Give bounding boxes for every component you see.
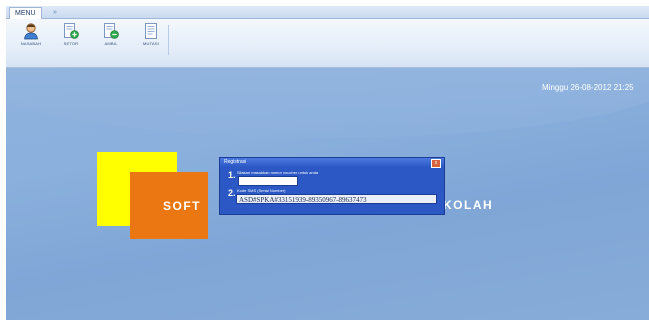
background-swoosh xyxy=(6,68,649,138)
tab-menu[interactable]: MENU xyxy=(9,7,42,19)
application-window: MENU » NASABAH SETOR AMBIL MUTASI Minggu… xyxy=(6,6,649,320)
voucher-input[interactable] xyxy=(238,176,298,186)
desktop-area: Minggu 26-08-2012 21:25 SOFT KOLAH Regis… xyxy=(6,68,649,320)
step-2-instruction: Kode SMS (Serial Number) xyxy=(237,188,286,193)
step-1-number: 1. xyxy=(228,170,236,180)
datetime-display: Minggu 26-08-2012 21:25 xyxy=(542,83,634,92)
ambil-label: AMBIL xyxy=(104,41,118,46)
setor-button[interactable]: SETOR xyxy=(54,22,88,54)
serial-number-field[interactable]: ASD#SPKA#33151939-89350967-89637473 xyxy=(236,194,437,204)
ambil-button[interactable]: AMBIL xyxy=(94,22,128,54)
registration-dialog: Registrasi x 1. Silakan masukkan nomor v… xyxy=(219,157,445,215)
ribbon-separator xyxy=(168,25,169,55)
close-icon[interactable]: x xyxy=(431,159,441,168)
mutasi-button[interactable]: MUTASI xyxy=(134,22,168,54)
ribbon-tab-strip: MENU » xyxy=(6,6,649,19)
dialog-title: Registrasi xyxy=(224,159,247,165)
mutation-icon xyxy=(145,23,157,39)
setor-label: SETOR xyxy=(63,41,79,46)
mutasi-label: MUTASI xyxy=(142,41,159,46)
logo-text-left: SOFT xyxy=(163,199,201,213)
step-2-number: 2. xyxy=(228,188,236,198)
step-1-instruction: Silakan masukkan nomor voucher untuk and… xyxy=(237,170,319,175)
user-icon xyxy=(24,23,38,40)
logo-text-right: KOLAH xyxy=(443,198,494,212)
deposit-icon xyxy=(64,23,79,39)
withdraw-icon xyxy=(104,23,119,39)
tab-overflow[interactable]: » xyxy=(48,7,62,18)
ribbon-toolbar: NASABAH SETOR AMBIL MUTASI xyxy=(6,19,649,68)
nasabah-label: NASABAH xyxy=(20,41,42,46)
nasabah-button[interactable]: NASABAH xyxy=(14,22,48,54)
dialog-title-bar[interactable]: Registrasi x xyxy=(220,158,444,168)
